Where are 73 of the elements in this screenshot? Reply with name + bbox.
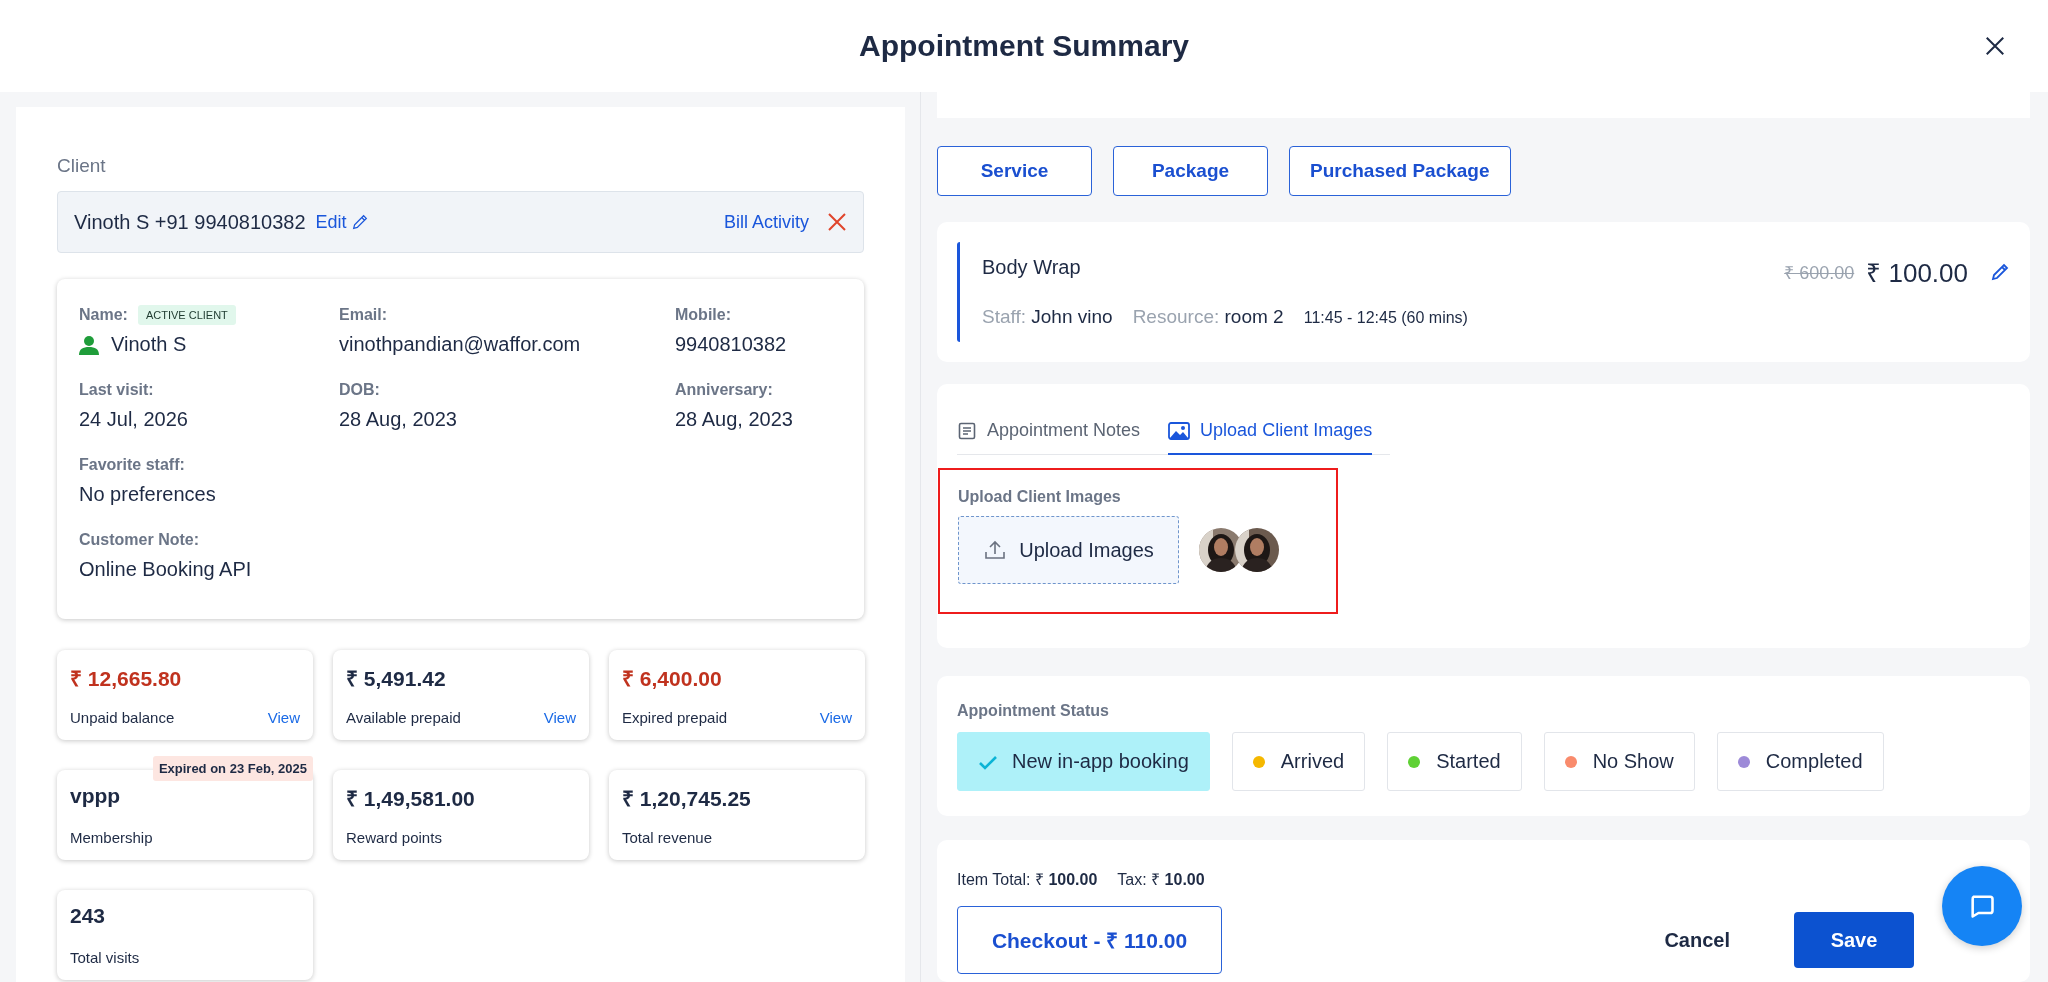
section-label: Upload Client Images: [958, 488, 1121, 505]
stat-label: Available prepaid: [346, 709, 461, 726]
item-type-button[interactable]: Purchased Package: [1289, 146, 1511, 196]
status-option[interactable]: No Show: [1543, 732, 1695, 791]
resource-text: Resource: room 2: [1132, 306, 1284, 329]
field-label: Email:: [339, 306, 387, 324]
stat-amount: ₹ 5,491.42: [346, 666, 447, 692]
save-button[interactable]: Save: [1794, 912, 1914, 968]
tab[interactable]: Appointment Notes: [957, 420, 1141, 455]
stat-amount: vppp: [70, 784, 122, 808]
stat-amount: ₹ 1,20,745.25: [622, 786, 752, 812]
field-label: Favorite staff:: [79, 456, 185, 474]
status-option[interactable]: Completed: [1716, 732, 1884, 791]
item-total: Item Total: ₹ 100.00: [957, 870, 1098, 890]
original-price: ₹ 600.00: [1784, 262, 1855, 284]
price: ₹ 100.00: [1866, 257, 1968, 290]
field-value: Online Booking API: [79, 558, 252, 581]
view-link[interactable]: View: [819, 709, 852, 726]
pencil-icon[interactable]: [1990, 262, 2010, 282]
field-value: No preferences: [79, 483, 216, 506]
time-text: 11:45 - 12:45 (60 mins): [1303, 309, 1468, 328]
status-option[interactable]: New in-app booking: [957, 732, 1210, 791]
image-icon: [1168, 420, 1191, 441]
cancel-button[interactable]: Cancel: [1650, 920, 1744, 960]
stat-amount: ₹ 12,665.80: [70, 666, 183, 692]
field-value: 28 Aug, 2023: [675, 408, 793, 431]
stat-label: Membership: [70, 829, 153, 846]
field-label: Anniversary:: [675, 381, 773, 399]
item-type-button[interactable]: Service: [937, 146, 1092, 196]
status-option[interactable]: Started: [1387, 732, 1522, 791]
tab[interactable]: Upload Client Images: [1168, 420, 1373, 455]
stat-amount: ₹ 1,49,581.00: [346, 786, 476, 812]
window-title: Appointment Summary: [859, 29, 1189, 63]
section-label: Client: [57, 155, 107, 177]
pencil-icon[interactable]: [350, 213, 369, 231]
field-value: vinothpandian@waffor.com: [339, 333, 581, 356]
field-label: Customer Note:: [79, 531, 199, 549]
field-label: DOB:: [339, 381, 380, 399]
section-label: Appointment Status: [957, 702, 1109, 719]
client-summary: Vinoth S +91 9940810382: [74, 210, 306, 234]
bill-activity-link[interactable]: Bill Activity: [723, 211, 809, 233]
field-value: 24 Jul, 2026: [79, 408, 188, 431]
stat-label: Reward points: [346, 829, 442, 846]
stat-amount: 243: [70, 904, 107, 928]
view-link[interactable]: View: [543, 709, 576, 726]
status-option[interactable]: Arrived: [1231, 732, 1366, 791]
field-value: 9940810382: [675, 333, 787, 356]
field-label: Name:: [79, 306, 128, 324]
stat-amount: ₹ 6,400.00: [622, 666, 723, 692]
upload-icon[interactable]: [983, 538, 1008, 562]
stat-label: Total revenue: [622, 829, 713, 846]
field-value: Vinoth S: [111, 333, 187, 356]
expiry-tag: Expired on 23 Feb, 2025: [152, 756, 313, 781]
notes-icon: [957, 420, 977, 441]
upload-button[interactable]: Upload Images: [958, 516, 1179, 584]
tax-total: Tax: ₹ 10.00: [1117, 870, 1205, 890]
view-link[interactable]: View: [267, 709, 300, 726]
status-badge: ACTIVE CLIENT: [137, 305, 236, 325]
close-icon[interactable]: [1984, 35, 2006, 57]
service-name: Body Wrap: [982, 255, 1082, 279]
checkout-button[interactable]: Checkout - ₹ 110.00: [957, 906, 1222, 974]
item-type-button[interactable]: Package: [1113, 146, 1268, 196]
staff-text: Staff: John vino: [982, 306, 1113, 329]
field-label: Last visit:: [79, 381, 154, 399]
field-value: 28 Aug, 2023: [339, 408, 457, 431]
chat-icon[interactable]: [1968, 892, 1996, 920]
stat-label: Expired prepaid: [622, 709, 728, 726]
stat-label: Unpaid balance: [70, 709, 175, 726]
field-label: Mobile:: [675, 306, 731, 324]
edit-link[interactable]: Edit: [315, 211, 369, 233]
stat-label: Total visits: [70, 949, 140, 966]
person-icon: [79, 334, 99, 355]
remove-icon[interactable]: [827, 212, 847, 232]
